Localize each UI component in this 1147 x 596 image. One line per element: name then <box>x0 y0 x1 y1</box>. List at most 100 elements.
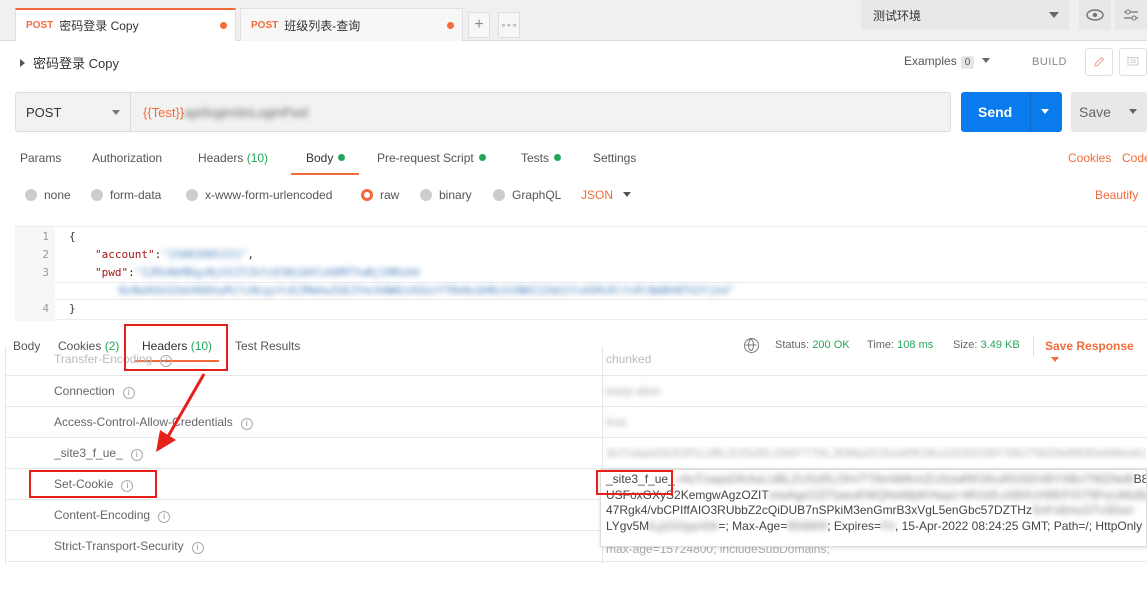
request-name[interactable]: 密码登录 Copy <box>20 53 119 72</box>
chevron-down-icon <box>1049 12 1059 23</box>
annotation-box-headers-tab <box>124 324 228 371</box>
info-icon[interactable]: i <box>240 418 253 430</box>
cookie-text: B830v/Vj <box>1133 472 1147 486</box>
annotation-box-cookie-name <box>596 470 673 495</box>
tab-headers-count: (10) <box>246 151 269 165</box>
chevron-down-icon <box>982 58 991 67</box>
json-value: NzNwOGU3ZmU4ODUyMjYzNzgzYzE2MmUwZGE3YmJk… <box>119 284 735 297</box>
radio-circle <box>25 189 37 201</box>
status-dot <box>338 154 346 161</box>
header-key-text: _site3_f_ue_ <box>54 446 123 460</box>
radio-circle <box>493 189 505 201</box>
json-key: "pwd" <box>95 266 129 279</box>
info-icon[interactable]: i <box>122 387 135 399</box>
tab-request-active[interactable]: POST 密码登录 Copy <box>15 8 236 41</box>
comments-button[interactable] <box>1119 48 1147 76</box>
tab-settings[interactable]: Settings <box>593 151 636 165</box>
line-number: 4 <box>42 302 49 315</box>
edit-button[interactable] <box>1085 48 1113 76</box>
header-value: keep-alive <box>606 384 661 398</box>
radio-label: GraphQL <box>512 188 562 202</box>
save-button[interactable]: Save <box>1071 92 1147 132</box>
send-split-divider <box>1030 92 1031 132</box>
radio-graphql[interactable]: GraphQL <box>493 188 561 202</box>
examples-dropdown[interactable]: Examples 0 <box>904 54 991 69</box>
line-number: 2 <box>42 248 49 261</box>
chevron-down-icon <box>623 192 632 201</box>
radio-label: raw <box>380 188 400 202</box>
header-key: _site3_f_ue_ i <box>54 446 143 461</box>
radio-label: none <box>44 188 71 202</box>
radio-label: form-data <box>110 188 162 202</box>
build-mode-label[interactable]: BUILD <box>1032 56 1067 68</box>
code-line: { <box>69 230 76 243</box>
header-key: Strict-Transport-Security i <box>54 539 204 554</box>
tab-method: POST <box>26 20 54 31</box>
chevron-down-icon <box>112 110 120 119</box>
body-code-editor[interactable]: 1 2 3 4 { "account":"15083085151", "pwd"… <box>15 226 1147 321</box>
sliders-icon <box>1124 9 1138 21</box>
raw-format-select[interactable]: JSON <box>581 188 632 202</box>
radio-form-data[interactable]: form-data <box>91 188 161 202</box>
plus-icon: + <box>474 16 484 33</box>
request-name-row: 密码登录 Copy Examples 0 BUILD <box>0 42 1147 80</box>
code-line: NzNwOGU3ZmU4ODUyMjYzNzgzYzE2MmUwZGE3YmJk… <box>119 284 735 297</box>
environment-select[interactable]: 测试环境 <box>861 0 1069 30</box>
cookie-text: 47Rgk4/vbCPIffAIO3RUbbZ2cQiDUB7nSPkiM3en… <box>606 503 1032 517</box>
eye-icon <box>1086 9 1104 21</box>
tab-authorization[interactable]: Authorization <box>92 151 162 165</box>
tab-headers[interactable]: Headers (10) <box>198 151 268 165</box>
radio-raw[interactable]: raw <box>361 188 399 202</box>
info-icon[interactable]: i <box>191 542 204 554</box>
radio-circle <box>91 189 103 201</box>
cookie-line: _site3_f_ue_=AsTzwpsDKAsLUBLZUSzRLOhVTTA… <box>606 472 1146 488</box>
more-tabs-button[interactable]: ∘∘∘ <box>498 12 520 38</box>
cookie-blurred: lLjzDOyyn0A <box>649 518 719 533</box>
send-button[interactable]: Send <box>961 92 1062 132</box>
header-value: true <box>606 415 627 429</box>
radio-binary[interactable]: binary <box>420 188 472 202</box>
tab-params[interactable]: Params <box>20 151 61 165</box>
header-key: Content-Encoding i <box>54 508 171 523</box>
tab-body[interactable]: Body <box>306 151 346 165</box>
tab-prerequest-label: Pre-request Script <box>377 151 474 165</box>
chevron-down-icon[interactable] <box>1041 109 1049 118</box>
beautify-link[interactable]: Beautify <box>1095 188 1138 202</box>
manage-environments-button[interactable] <box>1115 0 1147 30</box>
info-icon[interactable]: i <box>158 511 171 523</box>
cookie-text: , 15-Apr-2022 08:24:25 GMT; Path=/; Http… <box>894 518 1143 533</box>
code-line: "account":"15083085151", <box>95 248 254 261</box>
add-tab-button[interactable]: + <box>468 12 490 38</box>
header-key-text: Strict-Transport-Security <box>54 539 184 553</box>
header-key: Connection i <box>54 384 135 399</box>
tab-tests[interactable]: Tests <box>521 151 562 165</box>
json-value: "I2MzNkMDgzNjVIZTZkYzE5NjQ4YzA0MTYwNjI0M… <box>134 266 420 279</box>
radio-circle <box>361 189 373 201</box>
header-key-text: Content-Encoding <box>54 508 151 522</box>
cookies-link[interactable]: Cookies <box>1068 151 1111 165</box>
tab-method: POST <box>251 19 279 31</box>
annotation-box-set-cookie <box>29 470 157 498</box>
cookie-line: 47Rgk4/vbCPIffAIO3RUbbZ2cQiDUB7nSPkiM3en… <box>606 503 1141 519</box>
tab-tests-label: Tests <box>521 151 550 165</box>
caret-right-icon <box>20 59 25 67</box>
info-icon[interactable]: i <box>130 449 143 461</box>
environment-quick-look-button[interactable] <box>1079 0 1111 30</box>
status-dot <box>554 154 562 161</box>
chevron-down-icon[interactable] <box>1129 109 1137 118</box>
status-dot <box>478 154 486 161</box>
radio-label: binary <box>439 188 472 202</box>
tab-request[interactable]: POST 班级列表-查询 <box>240 8 463 41</box>
more-icon: ∘∘∘ <box>500 19 518 30</box>
radio-none[interactable]: none <box>25 188 71 202</box>
header-value: AsTzwpsDKASFiLUBLZUSzRLOh8YTTALJKBkpZUSs… <box>606 446 1146 460</box>
url-input[interactable]: {{Test}} api/login/doLoginPwd <box>130 92 951 132</box>
code-link[interactable]: Code <box>1122 151 1147 165</box>
cookie-blurred: SnFs6muSTv3Dun <box>1031 503 1134 517</box>
tab-headers-label: Headers <box>198 151 244 165</box>
annotation-arrow <box>156 373 206 452</box>
cookie-blurred: =AsTzwpsDKAsLUBLZUSzRLOhVTTAmWiKmZUSzwRK… <box>674 472 1134 486</box>
tab-prerequest-script[interactable]: Pre-request Script <box>377 151 486 165</box>
radio-urlencoded[interactable]: x-www-form-urlencoded <box>186 188 332 202</box>
method-select[interactable]: POST <box>15 92 130 132</box>
